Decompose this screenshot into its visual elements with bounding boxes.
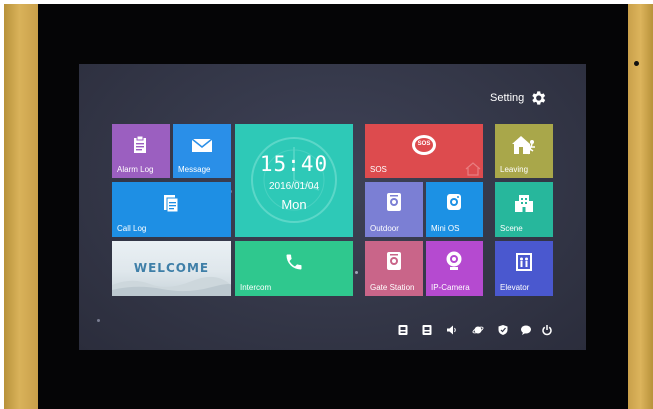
tile-mini-os[interactable]: Mini OS xyxy=(426,182,483,237)
tile-clock[interactable]: 15:40 2016/01/04 Mon xyxy=(235,124,353,237)
phone-card-icon[interactable] xyxy=(397,324,409,336)
tile-label: Outdoor xyxy=(370,224,399,233)
outdoor-camera-icon xyxy=(387,193,401,211)
frame-gold-right xyxy=(628,4,653,409)
tile-leaving[interactable]: Leaving xyxy=(495,124,553,178)
call-log-icon xyxy=(164,195,179,213)
tile-label: Message xyxy=(178,165,211,174)
mini-os-icon xyxy=(447,194,461,210)
tile-intercom[interactable]: Intercom xyxy=(235,241,353,296)
welcome-text: WELCOME xyxy=(133,261,210,275)
tile-label: IP-Camera xyxy=(431,283,470,292)
tile-message[interactable]: Message xyxy=(173,124,231,178)
tile-label: Elevator xyxy=(500,283,530,292)
tile-label: Alarm Log xyxy=(117,165,154,174)
decor-dot xyxy=(97,319,100,322)
power-icon[interactable] xyxy=(541,324,553,336)
leaving-icon xyxy=(512,136,535,155)
gate-station-icon xyxy=(387,252,401,270)
gear-icon xyxy=(532,91,546,105)
camera-dot xyxy=(634,61,639,66)
volume-icon[interactable] xyxy=(446,324,458,336)
tile-label: Leaving xyxy=(500,165,529,174)
shield-icon[interactable] xyxy=(497,324,509,336)
building-icon xyxy=(515,195,533,212)
phone-icon xyxy=(286,254,302,270)
house-decor xyxy=(465,162,481,176)
planet-icon[interactable] xyxy=(472,324,484,336)
home-screen: Setting Alarm Log Message Call Log WELCO… xyxy=(79,64,586,350)
tile-scene[interactable]: Scene xyxy=(495,182,553,237)
tile-gate-station[interactable]: Gate Station xyxy=(365,241,423,296)
tile-elevator[interactable]: Elevator xyxy=(495,241,553,296)
clock-time: 15:40 xyxy=(259,152,329,176)
alarm-log-icon xyxy=(134,135,146,153)
tile-label: Intercom xyxy=(240,283,272,292)
tile-outdoor[interactable]: Outdoor xyxy=(365,182,423,237)
setting-label: Setting xyxy=(490,92,525,104)
tile-alarm-log[interactable]: Alarm Log xyxy=(112,124,170,178)
tile-label: Gate Station xyxy=(370,283,415,292)
tile-label: Call Log xyxy=(117,224,147,233)
chat-icon[interactable] xyxy=(520,324,532,336)
envelope-icon xyxy=(191,138,213,152)
tile-label: Mini OS xyxy=(431,224,460,233)
elevator-icon xyxy=(516,253,532,271)
frame-gold-left xyxy=(4,4,38,409)
sos-badge-text: SOS xyxy=(417,141,431,147)
phone-card-icon[interactable] xyxy=(421,324,433,336)
tile-label: SOS xyxy=(370,165,387,174)
clock-day: Mon xyxy=(281,197,307,212)
tile-call-log[interactable]: Call Log xyxy=(112,182,231,237)
decor-dot xyxy=(355,271,358,274)
tile-label: Scene xyxy=(500,224,523,233)
setting-button[interactable]: Setting xyxy=(490,89,547,107)
tile-sos[interactable]: SOS SOS xyxy=(365,124,483,178)
tile-welcome[interactable]: WELCOME xyxy=(112,241,231,296)
clock-date: 2016/01/04 xyxy=(268,181,320,192)
ip-camera-icon xyxy=(446,251,462,270)
tile-ip-camera[interactable]: IP-Camera xyxy=(426,241,483,296)
